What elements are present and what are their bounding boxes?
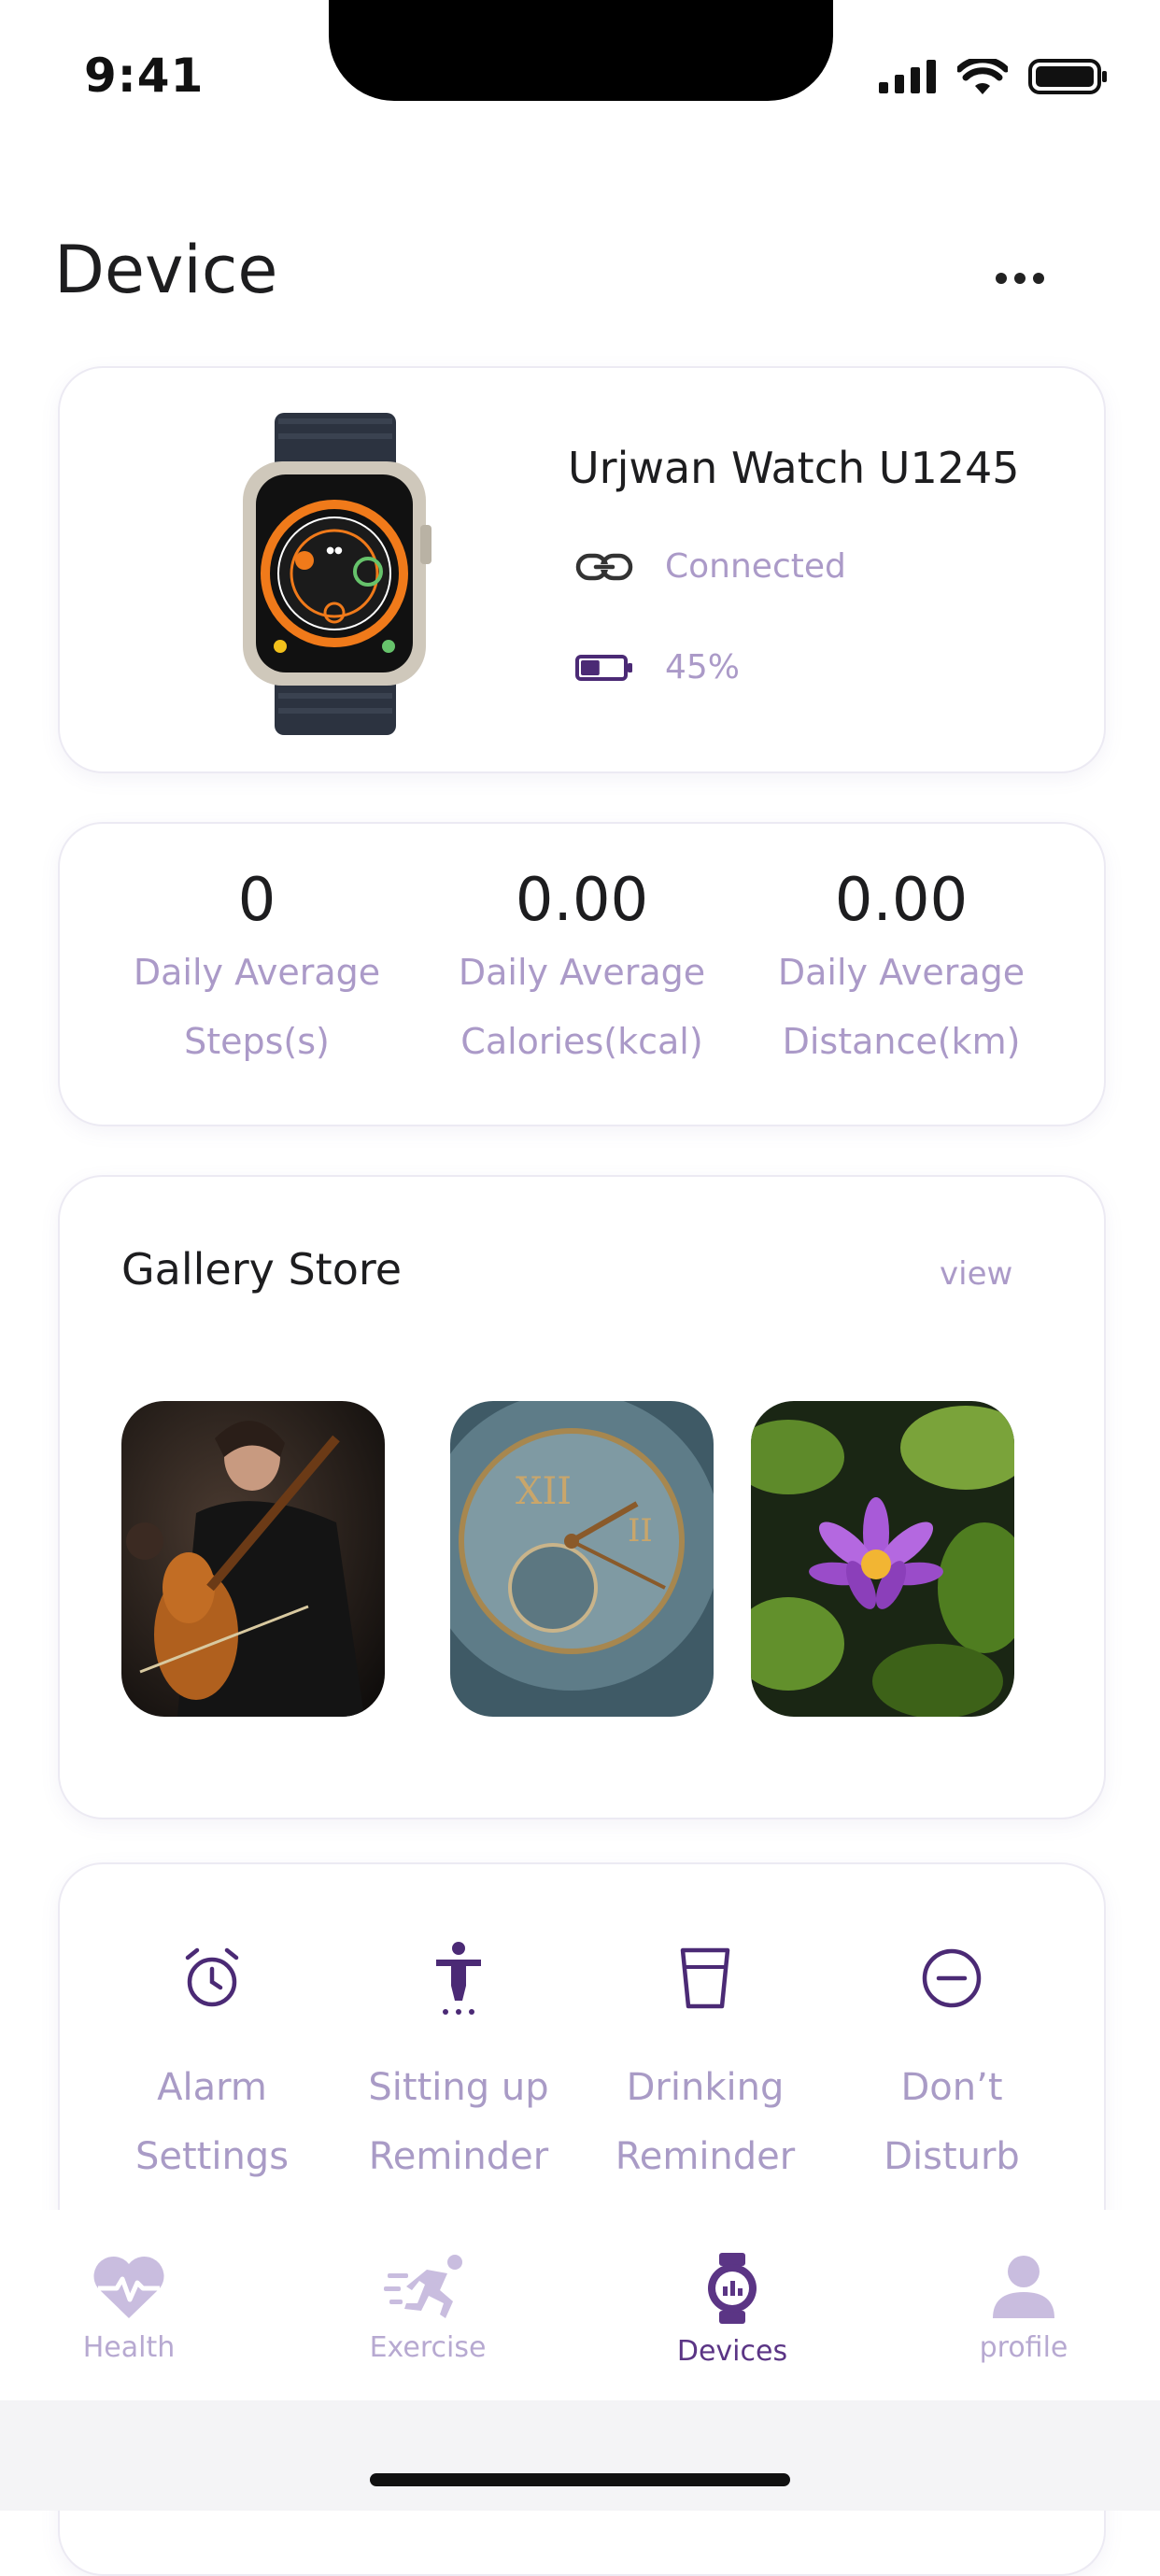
link-icon — [575, 553, 633, 580]
status-icons — [879, 58, 1109, 95]
gallery-item-pocket-watch[interactable]: XII II — [450, 1401, 714, 1717]
more-icon-dot — [1014, 273, 1026, 284]
heart-icon — [93, 2256, 164, 2318]
standing-person-icon — [436, 1942, 481, 2015]
tab-label: profile — [979, 2331, 1068, 2364]
more-icon-dot — [1033, 273, 1044, 284]
daily-stats-card: 0 Daily Average Steps(s) 0.00 Daily Aver… — [58, 822, 1106, 1126]
setting-label: Alarm Settings — [134, 2066, 290, 2178]
bottom-tab-bar: Health Exercise Devices profile — [0, 2210, 1160, 2400]
sitting-up-reminder-button[interactable]: Sitting up Reminder — [342, 1941, 575, 2191]
notch — [329, 0, 833, 101]
svg-text:II: II — [628, 1512, 653, 1550]
svg-text:XII: XII — [516, 1470, 572, 1513]
tab-profile[interactable]: profile — [930, 2253, 1117, 2364]
gallery-title: Gallery Store — [121, 1244, 403, 1295]
stat-value: 0.00 — [515, 866, 649, 935]
battery-status-row: 45% — [575, 648, 740, 686]
gallery-item-cellist[interactable] — [121, 1401, 385, 1717]
home-indicator-area — [0, 2400, 1160, 2511]
device-battery-icon — [575, 654, 632, 681]
tab-label: Health — [82, 2331, 176, 2364]
running-icon — [384, 2255, 462, 2318]
stat-label: Daily Average Steps(s) — [133, 952, 381, 1062]
page-title: Device — [54, 232, 278, 308]
more-icon-dot — [996, 273, 1007, 284]
status-bar: 9:41 — [0, 0, 1160, 140]
battery-icon — [1028, 59, 1107, 94]
battery-level: 45% — [665, 648, 741, 686]
tab-exercise[interactable]: Exercise — [334, 2253, 521, 2364]
user-icon — [993, 2256, 1054, 2318]
tab-label: Exercise — [369, 2331, 487, 2364]
cup-icon — [680, 1947, 730, 2009]
wifi-icon — [957, 59, 1008, 94]
tab-health[interactable]: Health — [35, 2253, 222, 2364]
setting-label: Don’t Disturb — [884, 2066, 1020, 2178]
signal-icon — [879, 60, 936, 93]
pocket-watch-image: XII II — [450, 1401, 714, 1717]
status-time: 9:41 — [84, 49, 205, 103]
stat-value: 0 — [237, 866, 276, 935]
device-card[interactable]: ●● Urjwan Watch U1245 Connected 45% — [58, 366, 1106, 773]
stat-distance: 0.00 Daily Average Distance(km) — [747, 870, 1055, 1076]
gallery-view-link[interactable]: view — [940, 1255, 1012, 1293]
tab-devices[interactable]: Devices — [639, 2253, 826, 2368]
setting-label: Sitting up Reminder — [368, 2066, 549, 2178]
cellist-image — [121, 1401, 385, 1717]
water-lily-image — [751, 1401, 1014, 1717]
alarm-icon — [185, 1947, 239, 2007]
home-indicator[interactable] — [370, 2473, 790, 2486]
stat-label: Daily Average Calories(kcal) — [458, 952, 706, 1062]
drinking-reminder-button[interactable]: Drinking Reminder — [588, 1941, 822, 2191]
do-not-disturb-button[interactable]: Don’t Disturb — [835, 1941, 1068, 2191]
svg-text:●●: ●● — [326, 545, 343, 556]
minus-circle-icon — [922, 1948, 982, 2008]
watch-icon — [708, 2253, 757, 2324]
watch-image: ●● — [243, 413, 431, 735]
setting-label: Drinking Reminder — [615, 2066, 796, 2178]
tab-label: Devices — [676, 2335, 788, 2368]
connection-status: Connected — [665, 547, 846, 586]
stat-steps: 0 Daily Average Steps(s) — [103, 870, 411, 1076]
device-name: Urjwan Watch U1245 — [568, 443, 1020, 493]
connection-status-row: Connected — [575, 547, 846, 586]
more-options-button[interactable] — [983, 250, 1057, 306]
stat-label: Daily Average Distance(km) — [777, 952, 1026, 1062]
gallery-store-card: Gallery Store view XII II — [58, 1175, 1106, 1819]
stat-value: 0.00 — [834, 866, 969, 935]
stat-calories: 0.00 Daily Average Calories(kcal) — [428, 870, 736, 1076]
alarm-settings-button[interactable]: Alarm Settings — [95, 1941, 329, 2191]
gallery-item-water-lily[interactable] — [751, 1401, 1014, 1717]
